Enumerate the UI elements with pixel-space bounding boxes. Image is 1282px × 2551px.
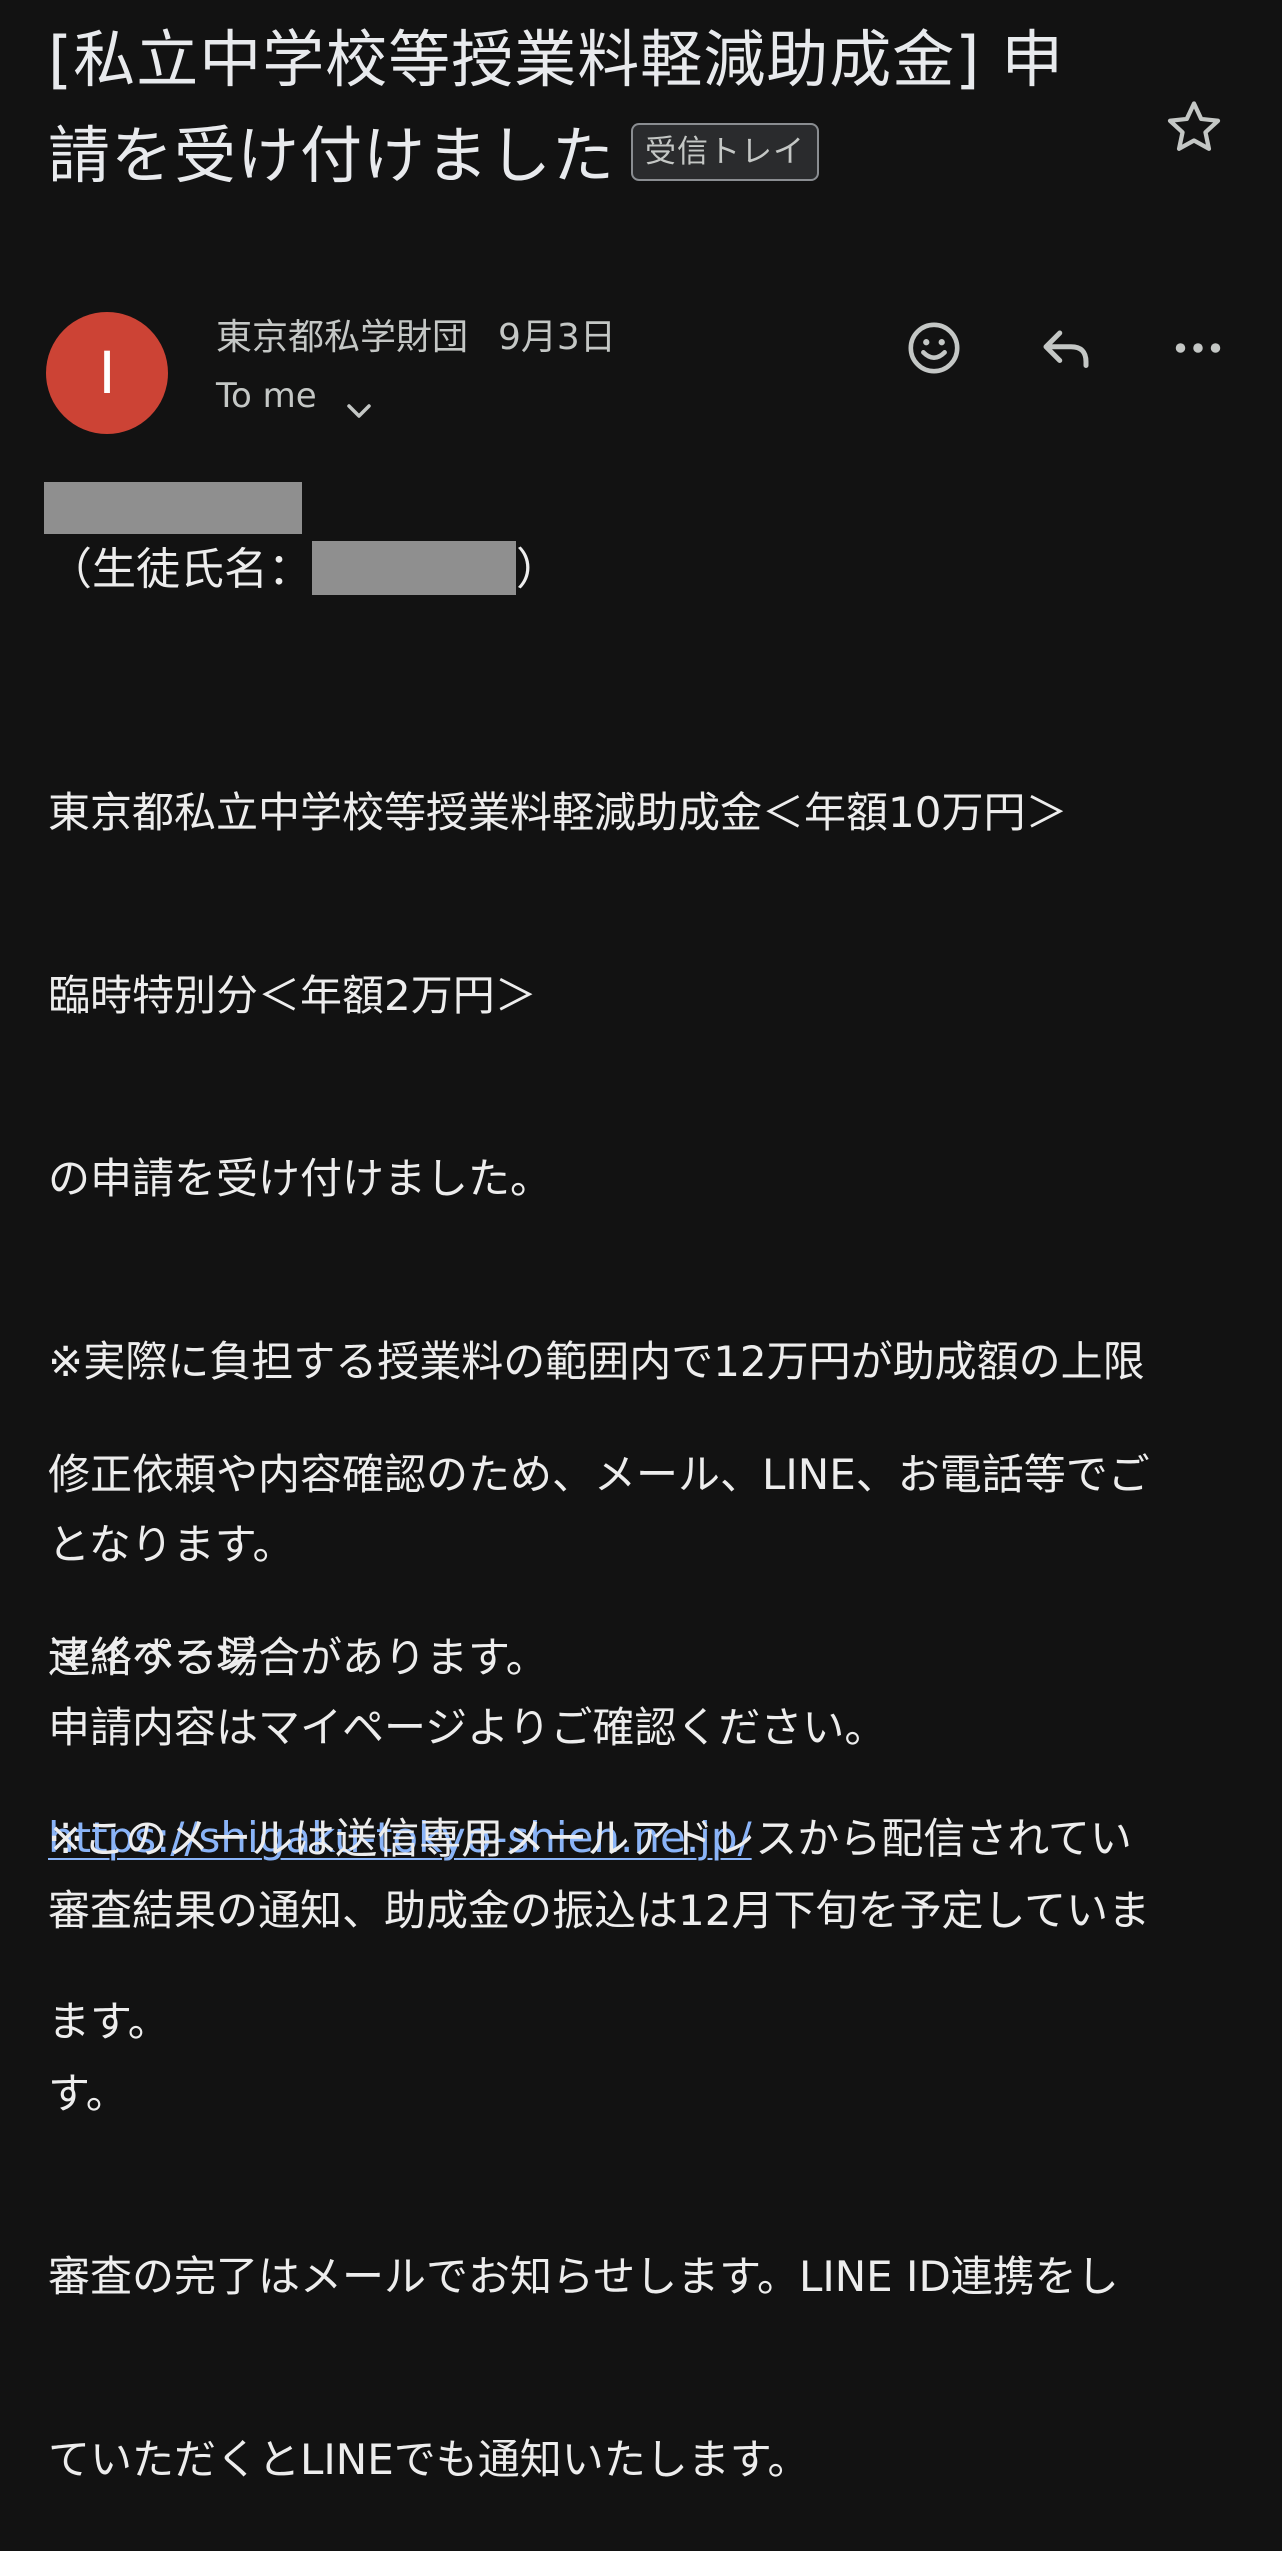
subject-line-2: 請を受け付けました 受信トレイ <box>48 108 1138 204</box>
subject-line-1: [私立中学校等授業料軽減助成金] 申 <box>48 23 1065 96</box>
emoji-reaction-icon <box>908 322 960 374</box>
reply-button[interactable] <box>1030 312 1102 384</box>
email-date: 9月3日 <box>498 317 616 358</box>
redacted-student-name <box>312 541 516 595</box>
body-line: ます。 <box>48 1997 170 2046</box>
body-line: 東京都私立中学校等授業料軽減助成金＜年額10万円＞ <box>48 788 1068 837</box>
email-subject: [私立中学校等授業料軽減助成金] 申 請を受け付けました 受信トレイ <box>48 12 1138 204</box>
student-name-prefix: （生徒氏名： <box>48 544 312 595</box>
mypage-label: マイページ <box>48 1630 258 1679</box>
star-icon[interactable] <box>1162 96 1226 160</box>
body-line: 修正依頼や内容確認のため、メール、LINE、お電話等でご <box>48 1450 1150 1499</box>
student-name-suffix: ） <box>516 544 560 595</box>
subject-line-2-text: 請を受け付けました <box>48 119 616 192</box>
body-line: の申請を受け付けました。 <box>48 1154 553 1203</box>
body-line: ていただくとLINEでも通知いたします。 <box>48 2435 810 2484</box>
recipient-label: To me <box>216 376 317 416</box>
sender-name: 東京都私学財団 <box>216 317 469 358</box>
recipient-toggle[interactable]: To me <box>216 372 373 420</box>
sender-avatar[interactable]: I <box>46 312 168 434</box>
body-line: 審査の完了はメールでお知らせします。LINE ID連携をし <box>48 2252 1119 2301</box>
emoji-reaction-button[interactable] <box>898 312 970 384</box>
more-horizontal-icon <box>1175 343 1221 353</box>
chevron-down-icon <box>345 386 373 418</box>
more-options-button[interactable] <box>1162 312 1234 384</box>
reply-icon <box>1043 330 1089 368</box>
redacted-recipient-name <box>44 482 302 534</box>
student-name-line: （生徒氏名： ） <box>48 538 560 602</box>
inbox-label-chip[interactable]: 受信トレイ <box>631 122 820 181</box>
body-line: 臨時特別分＜年額2万円＞ <box>48 971 537 1020</box>
sender-info: 東京都私学財団 9月3日 <box>216 314 616 362</box>
body-line: ※このメールは送信専用メールアドレスから配信されてい <box>48 1814 1132 1863</box>
footer-notice: ※このメールは送信専用メールアドレスから配信されてい ます。 <box>48 1686 1238 2113</box>
